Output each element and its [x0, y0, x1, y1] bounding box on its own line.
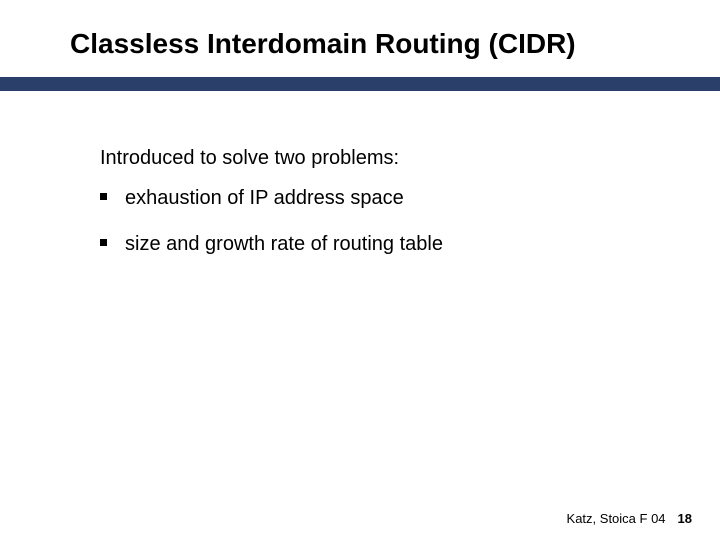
- bullet-icon: [100, 239, 107, 246]
- slide-title: Classless Interdomain Routing (CIDR): [70, 28, 680, 60]
- footer: Katz, Stoica F 04 18: [567, 511, 692, 526]
- bullet-icon: [100, 193, 107, 200]
- bullet-list: exhaustion of IP address space size and …: [100, 185, 660, 277]
- list-item: exhaustion of IP address space: [100, 185, 660, 211]
- list-item: size and growth rate of routing table: [100, 231, 660, 257]
- bullet-text: size and growth rate of routing table: [125, 231, 443, 257]
- slide: Classless Interdomain Routing (CIDR) Int…: [0, 0, 720, 540]
- intro-text: Introduced to solve two problems:: [100, 147, 399, 170]
- page-number: 18: [678, 511, 692, 526]
- footer-credit: Katz, Stoica F 04: [567, 511, 666, 526]
- title-divider: [0, 77, 720, 91]
- bullet-text: exhaustion of IP address space: [125, 185, 404, 211]
